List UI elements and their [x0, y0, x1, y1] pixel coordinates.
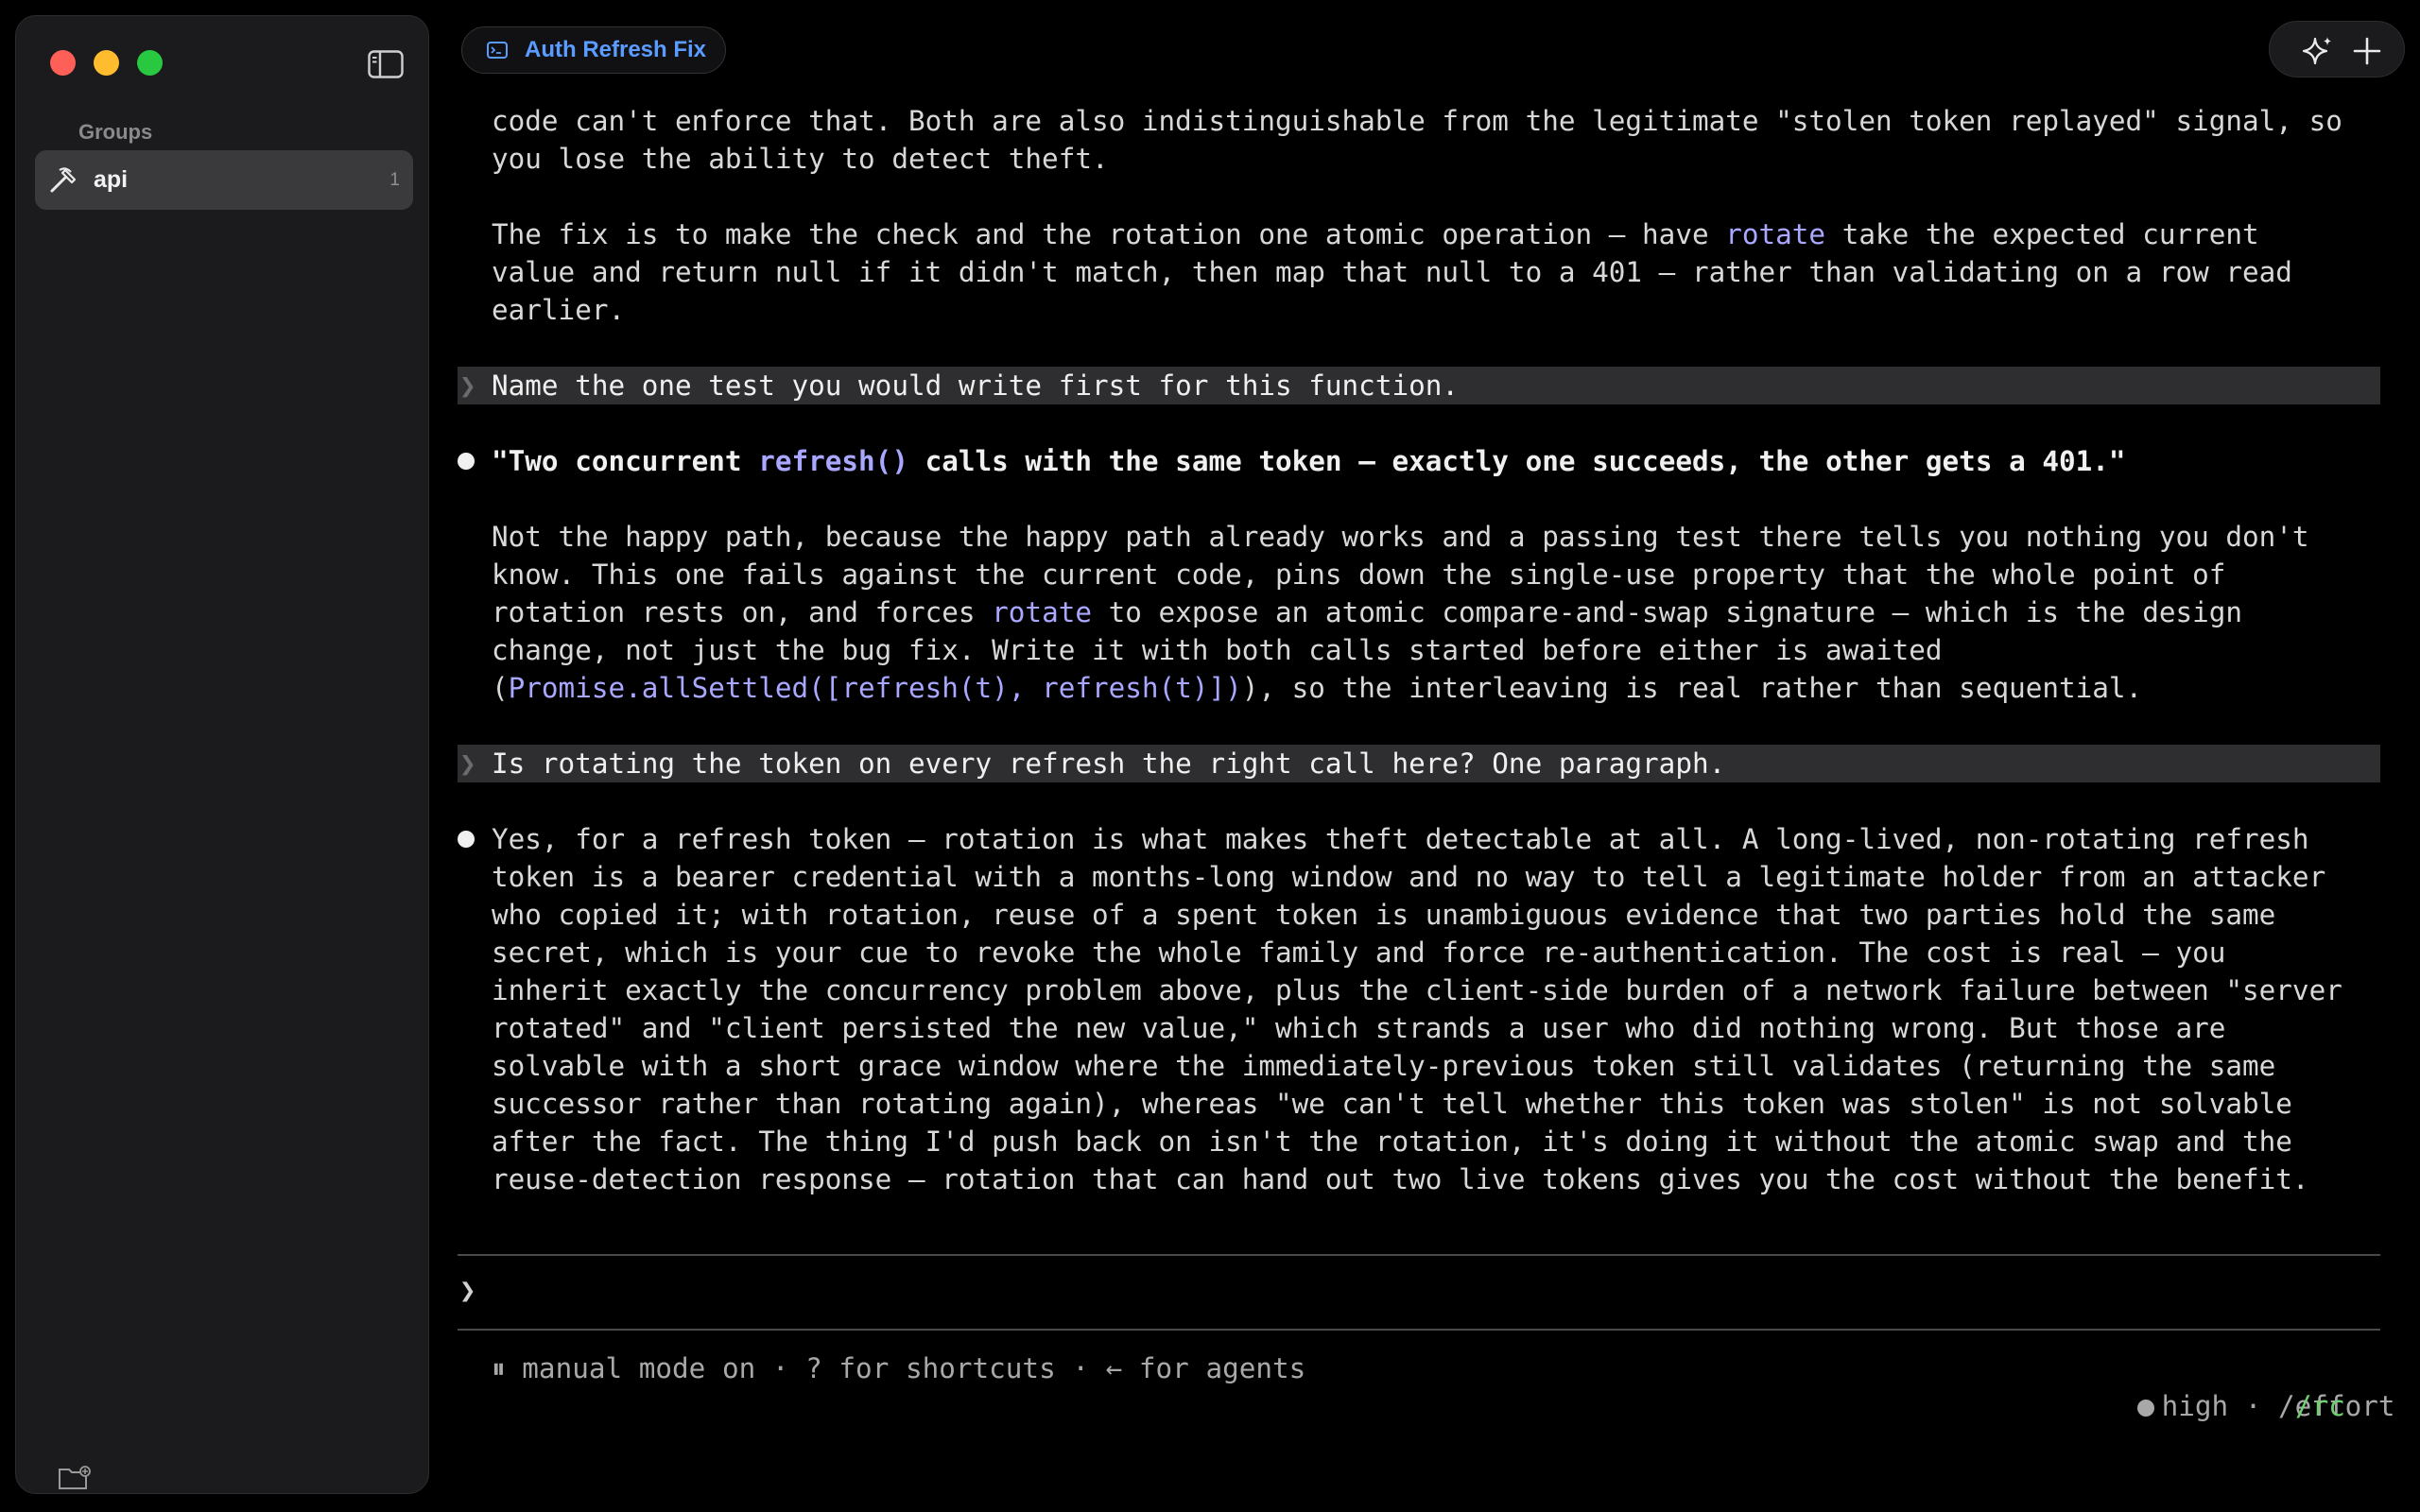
user-prompt: ❯ Is rotating the token on every refresh…: [458, 745, 2380, 782]
app-window: Groups api 1 Auth Refresh Fix code can't…: [0, 0, 2420, 1512]
sidebar-item-count: 1: [389, 169, 400, 190]
tab-label: Auth Refresh Fix: [525, 37, 707, 62]
assistant-text-line: who copied it; with rotation, reuse of a…: [492, 899, 2276, 931]
input-top-divider: [458, 1254, 2380, 1256]
assistant-text-line: (Promise.allSettled([refresh(t), refresh…: [492, 669, 2382, 707]
user-prompt-text: Is rotating the token on every refresh t…: [492, 747, 1726, 780]
response-bullet-icon: [458, 831, 475, 848]
tab-auth-refresh-fix[interactable]: Auth Refresh Fix: [461, 26, 726, 74]
text-span: calls with the same token — exactly one …: [908, 445, 2126, 477]
sidebar: Groups api 1: [15, 15, 429, 1494]
inline-code: Promise.allSettled([refresh(t), refresh(…: [508, 672, 1242, 704]
sidebar-item-api[interactable]: api 1: [35, 150, 413, 210]
text-span: rotation rests on, and forces: [492, 596, 993, 628]
user-prompt-text: Name the one test you would write first …: [492, 369, 1460, 402]
text-span: take the expected current: [1825, 218, 2259, 250]
assistant-text-line: rotated" and "client persisted the new v…: [492, 1012, 2226, 1044]
text-span: to expose an atomic compare-and-swap sig…: [1092, 596, 2243, 628]
terminal-icon: [487, 42, 508, 59]
assistant-text-line: after the fact. The thing I'd push back …: [492, 1125, 2292, 1158]
assistant-text-line: inherit exactly the concurrency problem …: [492, 974, 2342, 1006]
assistant-text-line: Not the happy path, because the happy pa…: [492, 521, 2309, 553]
message-input[interactable]: ❯: [459, 1274, 2378, 1315]
response-bullet-icon: [458, 453, 475, 470]
assistant-text-line: successor rather than rotating again), w…: [492, 1088, 2292, 1120]
inline-code: rotate: [992, 596, 1092, 628]
assistant-text-line: earlier.: [492, 294, 626, 326]
assistant-text-line: know. This one fails against the current…: [492, 558, 2226, 591]
prompt-chevron-icon: ❯: [459, 369, 476, 402]
assistant-text-line: secret, which is your cue to revoke the …: [492, 936, 2226, 969]
assistant-text-line: solvable with a short grace window where…: [492, 1050, 2276, 1082]
zoom-window-button[interactable]: [137, 50, 163, 76]
assistant-answer-line: "Two concurrent refresh() calls with the…: [492, 442, 2382, 480]
input-bottom-divider: [458, 1329, 2380, 1331]
assistant-text-line: reuse-detection response — rotation that…: [492, 1163, 2309, 1195]
plus-icon[interactable]: [2351, 35, 2383, 67]
close-window-button[interactable]: [50, 50, 76, 76]
status-rc[interactable]: /rc: [2295, 1387, 2345, 1425]
text-span: The fix is to make the check and the rot…: [492, 218, 1726, 250]
toolbar-actions: [2269, 21, 2405, 77]
sidebar-toggle-icon[interactable]: [368, 50, 404, 78]
effort-text: high · /effort: [2161, 1390, 2395, 1422]
assistant-text-line: code can't enforce that. Both are also i…: [492, 105, 2342, 137]
sidebar-item-label: api: [94, 166, 129, 193]
assistant-text-line: you lose the ability to detect theft.: [492, 143, 1109, 175]
status-effort[interactable]: high · /effort: [2070, 1349, 2395, 1463]
hammer-icon: [50, 166, 77, 192]
assistant-text-line: rotation rests on, and forces rotate to …: [492, 593, 2382, 631]
text-span: ), so the interleaving is real rather th…: [1241, 672, 2143, 704]
assistant-text-line: Yes, for a refresh token — rotation is w…: [492, 823, 2309, 855]
text-span: "Two concurrent: [492, 445, 759, 477]
assistant-text-line: token is a bearer credential with a mont…: [492, 861, 2326, 893]
inline-code: rotate: [1725, 218, 1826, 250]
sparkle-icon[interactable]: [2302, 35, 2334, 67]
assistant-text-line: change, not just the bug fix. Write it w…: [492, 634, 1943, 666]
prompt-chevron-icon: ❯: [459, 747, 476, 780]
status-mode-hints: ⏸ manual mode on · ? for shortcuts · ← f…: [492, 1352, 1306, 1384]
text-span: (: [492, 672, 509, 704]
input-prompt-chevron-icon: ❯: [459, 1274, 476, 1306]
inline-code: refresh(): [758, 445, 908, 477]
groups-heading: Groups: [78, 120, 153, 144]
minimize-window-button[interactable]: [94, 50, 119, 76]
new-folder-icon[interactable]: [58, 1464, 92, 1492]
assistant-text-line: The fix is to make the check and the rot…: [492, 215, 2382, 253]
user-prompt: ❯ Name the one test you would write firs…: [458, 367, 2380, 404]
effort-dot-icon: [2136, 1399, 2154, 1417]
assistant-text-line: value and return null if it didn't match…: [492, 256, 2292, 288]
